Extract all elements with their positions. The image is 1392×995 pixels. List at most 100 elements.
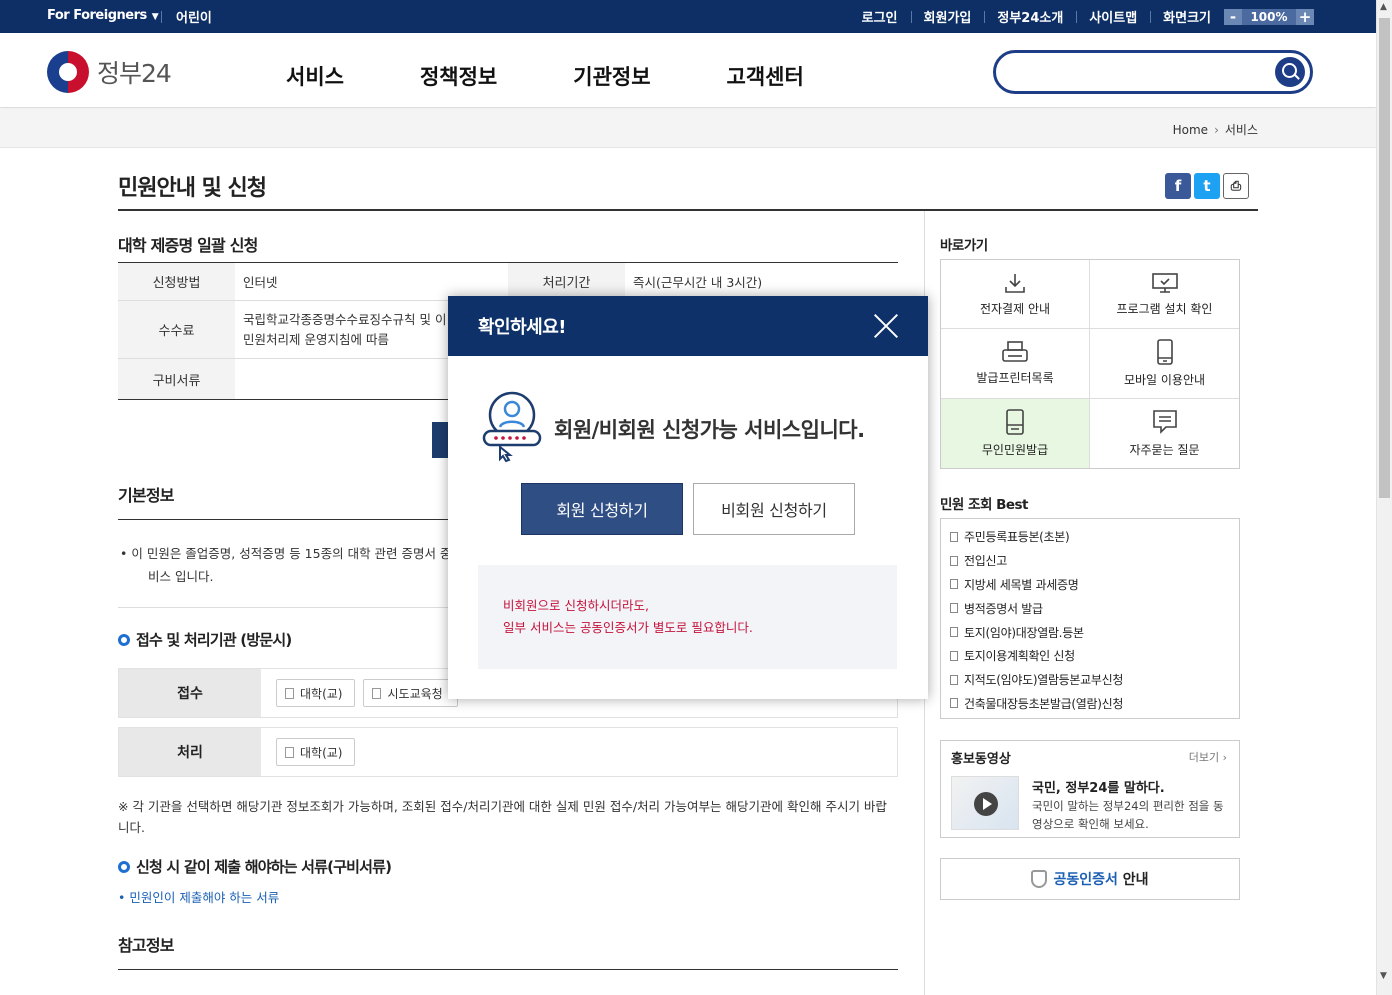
list-item[interactable]: 주민등록표등본(초본) bbox=[950, 525, 1239, 549]
list-item[interactable]: 지적도(임야도)열람등본교부신청 bbox=[950, 668, 1239, 692]
fee-label: 수수료 bbox=[118, 301, 235, 358]
site-header: 정부24 서비스 정책정보 기관정보 고객센터 bbox=[0, 33, 1376, 108]
nav-support[interactable]: 고객센터 bbox=[727, 61, 804, 91]
scrollbar[interactable]: ▲ ▼ bbox=[1376, 0, 1392, 995]
title-divider bbox=[118, 209, 1258, 211]
quick-link-label: 발급프린터목록 bbox=[976, 370, 1054, 385]
print-icon[interactable]: ⎙ bbox=[1223, 173, 1249, 199]
quick-link-program[interactable]: 프로그램 설치 확인 bbox=[1090, 260, 1239, 330]
logo-text: 정부24 bbox=[97, 59, 172, 88]
breadcrumb-home[interactable]: Home bbox=[1173, 123, 1208, 137]
process-label: 처리 bbox=[119, 728, 261, 776]
org-chip[interactable]: 시도교육청 bbox=[363, 679, 459, 707]
twitter-icon[interactable]: t bbox=[1194, 173, 1220, 199]
kiosk-icon bbox=[1006, 409, 1024, 435]
caret-down-icon: ▼ bbox=[151, 12, 159, 22]
building-icon bbox=[285, 687, 294, 699]
document-icon bbox=[950, 650, 958, 661]
best-item-label: 전입신고 bbox=[964, 554, 1007, 569]
scroll-up-icon[interactable]: ▲ bbox=[1380, 2, 1387, 12]
nav-agencies[interactable]: 기관정보 bbox=[573, 61, 650, 91]
document-icon bbox=[950, 674, 958, 685]
org-chip[interactable]: 대학(교) bbox=[276, 738, 356, 766]
basic-info-title: 기본정보 bbox=[118, 486, 174, 505]
kids-link[interactable]: 어린이 bbox=[176, 7, 212, 26]
quick-link-label: 프로그램 설치 확인 bbox=[1116, 301, 1213, 316]
quick-link-kiosk[interactable]: 무인민원발급 bbox=[941, 398, 1090, 468]
guest-apply-button[interactable]: 비회원 신청하기 bbox=[693, 483, 855, 535]
service-title: 대학 제증명 일괄 신청 bbox=[118, 236, 258, 255]
logo[interactable]: 정부24 bbox=[47, 51, 172, 93]
signup-link[interactable]: 회원가입 bbox=[910, 7, 985, 26]
cert-label: 안내 bbox=[1122, 872, 1149, 888]
breadcrumb-bar: Home › 서비스 bbox=[0, 109, 1376, 148]
nav-services[interactable]: 서비스 bbox=[286, 61, 344, 91]
promo-headline[interactable]: 국민, 정부24를 말하다. bbox=[1032, 777, 1165, 796]
promo-title: 홍보동영상 bbox=[951, 752, 1011, 767]
download-icon bbox=[1005, 273, 1025, 293]
video-thumbnail[interactable] bbox=[951, 776, 1019, 830]
document-icon bbox=[950, 531, 958, 542]
receive-label: 접수 bbox=[119, 669, 261, 717]
basic-info-text: 비스 입니다. bbox=[148, 569, 214, 584]
docs-title: 신청 시 같이 제출 해야하는 서류(구비서류) bbox=[136, 858, 392, 876]
member-apply-button[interactable]: 회원 신청하기 bbox=[521, 483, 683, 535]
list-item[interactable]: 토지(임야)대장열람.등본 bbox=[950, 620, 1239, 644]
best-title: 민원 조회 Best bbox=[940, 497, 1029, 513]
quick-link-printers[interactable]: 발급프린터목록 bbox=[941, 329, 1090, 399]
period-label: 처리기간 bbox=[508, 263, 625, 300]
sitemap-link[interactable]: 사이트맵 bbox=[1076, 7, 1150, 26]
best-item-label: 주민등록표등본(초본) bbox=[964, 530, 1070, 545]
best-item-label: 건축물대장등초본발급(열람)신청 bbox=[964, 696, 1124, 711]
scroll-thumb[interactable] bbox=[1379, 18, 1390, 498]
orgs-title: 접수 및 처리기관 (방문시) bbox=[136, 631, 292, 649]
chevron-right-icon: › bbox=[1214, 123, 1219, 137]
org-chip[interactable]: 대학(교) bbox=[276, 679, 356, 707]
close-icon[interactable] bbox=[872, 312, 900, 340]
building-icon bbox=[372, 687, 382, 699]
breadcrumb: Home › 서비스 bbox=[1173, 121, 1258, 138]
quick-link-mobile[interactable]: 모바일 이용안내 bbox=[1090, 329, 1239, 399]
promo-more-link[interactable]: 더보기 › bbox=[1189, 749, 1227, 765]
nav-policy[interactable]: 정책정보 bbox=[420, 61, 497, 91]
fee-line: 민원처리제 운영지침에 따름 bbox=[243, 331, 389, 347]
search-icon[interactable] bbox=[1275, 57, 1305, 87]
circle-bullet-icon bbox=[118, 633, 130, 646]
list-item[interactable]: 병적증명서 발급 bbox=[950, 596, 1239, 620]
utility-links: 로그인 회원가입 정부24소개 사이트맵 화면크기 - 100% + bbox=[849, 7, 1314, 26]
org-note: ※ 각 기관을 선택하면 해당기관 정보조회가 가능하며, 조회된 접수/처리기… bbox=[118, 799, 887, 835]
document-icon bbox=[950, 627, 958, 638]
required-docs-link[interactable]: • 민원인이 제출해야 하는 서류 bbox=[118, 887, 279, 906]
member-login-icon bbox=[482, 391, 542, 463]
orgs-heading: 접수 및 처리기관 (방문시) bbox=[118, 629, 292, 650]
quick-link-label: 자주묻는 질문 bbox=[1129, 442, 1200, 457]
quick-link-label: 모바일 이용안내 bbox=[1123, 372, 1206, 387]
quick-link-faq[interactable]: 자주묻는 질문 bbox=[1090, 399, 1239, 468]
docs-heading: 신청 시 같이 제출 해야하는 서류(구비서류) bbox=[118, 856, 392, 877]
method-label: 신청방법 bbox=[118, 263, 235, 300]
scroll-down-icon[interactable]: ▼ bbox=[1380, 971, 1387, 981]
best-item-label: 지방세 세목별 과세증명 bbox=[964, 577, 1079, 592]
page-title: 민원안내 및 신청 bbox=[118, 176, 267, 201]
process-row: 처리 대학(교) bbox=[118, 727, 898, 777]
zoom-in-button[interactable]: + bbox=[1296, 8, 1314, 25]
document-icon bbox=[950, 603, 958, 614]
for-foreigners-menu[interactable]: For Foreigners ▼ bbox=[47, 8, 159, 23]
zoom-value: 100% bbox=[1242, 8, 1296, 25]
search-input[interactable] bbox=[993, 50, 1313, 94]
chip-label: 시도교육청 bbox=[387, 686, 443, 701]
list-item[interactable]: 전입신고 bbox=[950, 549, 1239, 573]
list-item[interactable]: 지방세 세목별 과세증명 bbox=[950, 573, 1239, 597]
login-link[interactable]: 로그인 bbox=[849, 7, 911, 26]
certificate-guide-button[interactable]: 공동인증서 안내 bbox=[940, 858, 1240, 900]
facebook-icon[interactable]: f bbox=[1165, 173, 1191, 199]
play-icon[interactable] bbox=[974, 792, 998, 816]
breadcrumb-current[interactable]: 서비스 bbox=[1225, 123, 1258, 137]
basic-info-text: • 이 민원은 졸업증명, 성적증명 등 15종의 대학 관련 증명서 중 bbox=[120, 546, 452, 561]
list-item[interactable]: 토지이용계획확인 신청 bbox=[950, 644, 1239, 668]
list-item[interactable]: 건축물대장등초본발급(열람)신청 bbox=[950, 692, 1239, 716]
method-value: 인터넷 bbox=[243, 275, 278, 290]
about-link[interactable]: 정부24소개 bbox=[984, 7, 1076, 26]
quick-link-payment[interactable]: 전자결제 안내 bbox=[941, 260, 1090, 330]
zoom-out-button[interactable]: - bbox=[1224, 8, 1242, 25]
